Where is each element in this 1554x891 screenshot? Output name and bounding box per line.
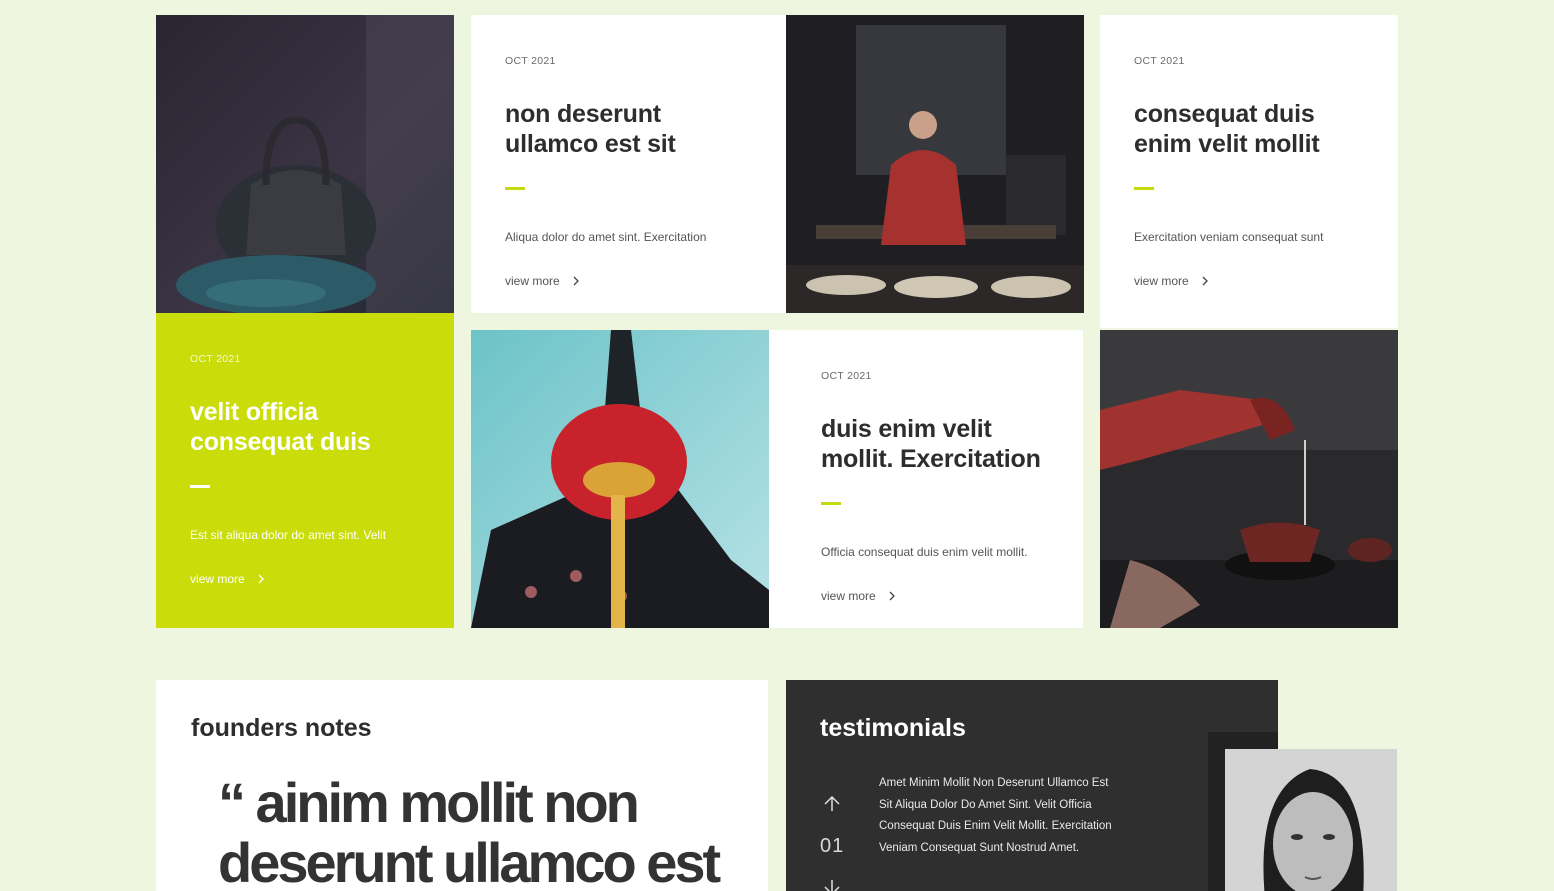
view-more-label: view more [505,274,560,288]
accent-line [1134,187,1154,190]
chevron-right-icon [1202,276,1208,286]
article-card-2: OCT 2021 consequat duis enim velit molli… [1100,15,1398,328]
chevron-right-icon [889,591,895,601]
card-date: OCT 2021 [190,353,241,365]
accent-line [821,502,841,505]
accent-line [505,187,525,190]
testimonial-text: Amet Minim Mollit Non Deserunt Ullamco E… [879,777,1112,854]
view-more-link[interactable]: view more [190,572,420,586]
article-card-1: OCT 2021 non deserunt ullamco est sit Al… [471,15,786,313]
card-title[interactable]: non deserunt ullamco est sit [505,99,725,159]
card-excerpt: Exercitation veniam consequat sunt [1134,230,1324,244]
card-excerpt: Aliqua dolor do amet sint. Exercitation [505,230,707,244]
card-title[interactable]: consequat duis enim velit mollit [1134,99,1344,159]
testimonial-counter: 01 [820,835,845,857]
article-card-3: OCT 2021 velit officia consequat duis Es… [156,313,454,628]
card-excerpt: Officia consequat duis enim velit mollit… [821,545,1028,559]
card-title[interactable]: duis enim velit mollit. Exercitation [821,414,1051,474]
view-more-label: view more [821,589,876,603]
testimonials-panel: testimonials 01 Amet Minim Mollit Non De… [786,680,1278,891]
article-card-4: OCT 2021 duis enim velit mollit. Exercit… [769,330,1083,628]
view-more-link[interactable]: view more [505,274,752,288]
tea-pour-photo[interactable] [1100,330,1398,628]
card-date: OCT 2021 [821,370,872,382]
view-more-label: view more [1134,274,1189,288]
lantern-photo[interactable] [471,330,769,628]
view-more-label: view more [190,572,245,586]
testimonial-portrait [1225,749,1397,891]
chevron-right-icon [573,276,579,286]
view-more-link[interactable]: view more [1134,274,1364,288]
arrow-up-icon[interactable] [823,795,841,813]
tea-ceremony-photo[interactable] [786,15,1084,313]
founders-quote: “ ainim mollit non deserunt ullamco est [218,771,721,891]
accent-line [190,485,210,488]
founders-notes-panel: founders notes “ ainim mollit non deseru… [156,680,768,891]
card-excerpt: Est sit aliqua dolor do amet sint. Velit [190,528,387,542]
card-title[interactable]: velit officia consequat duis [190,397,390,457]
founders-title: founders notes [191,714,372,742]
chevron-right-icon [258,574,264,584]
teapot-photo[interactable] [156,15,454,313]
view-more-link[interactable]: view more [821,589,1049,603]
card-date: OCT 2021 [1134,55,1185,67]
testimonials-title: testimonials [820,714,966,742]
arrow-down-icon[interactable] [823,878,841,891]
card-date: OCT 2021 [505,55,556,67]
